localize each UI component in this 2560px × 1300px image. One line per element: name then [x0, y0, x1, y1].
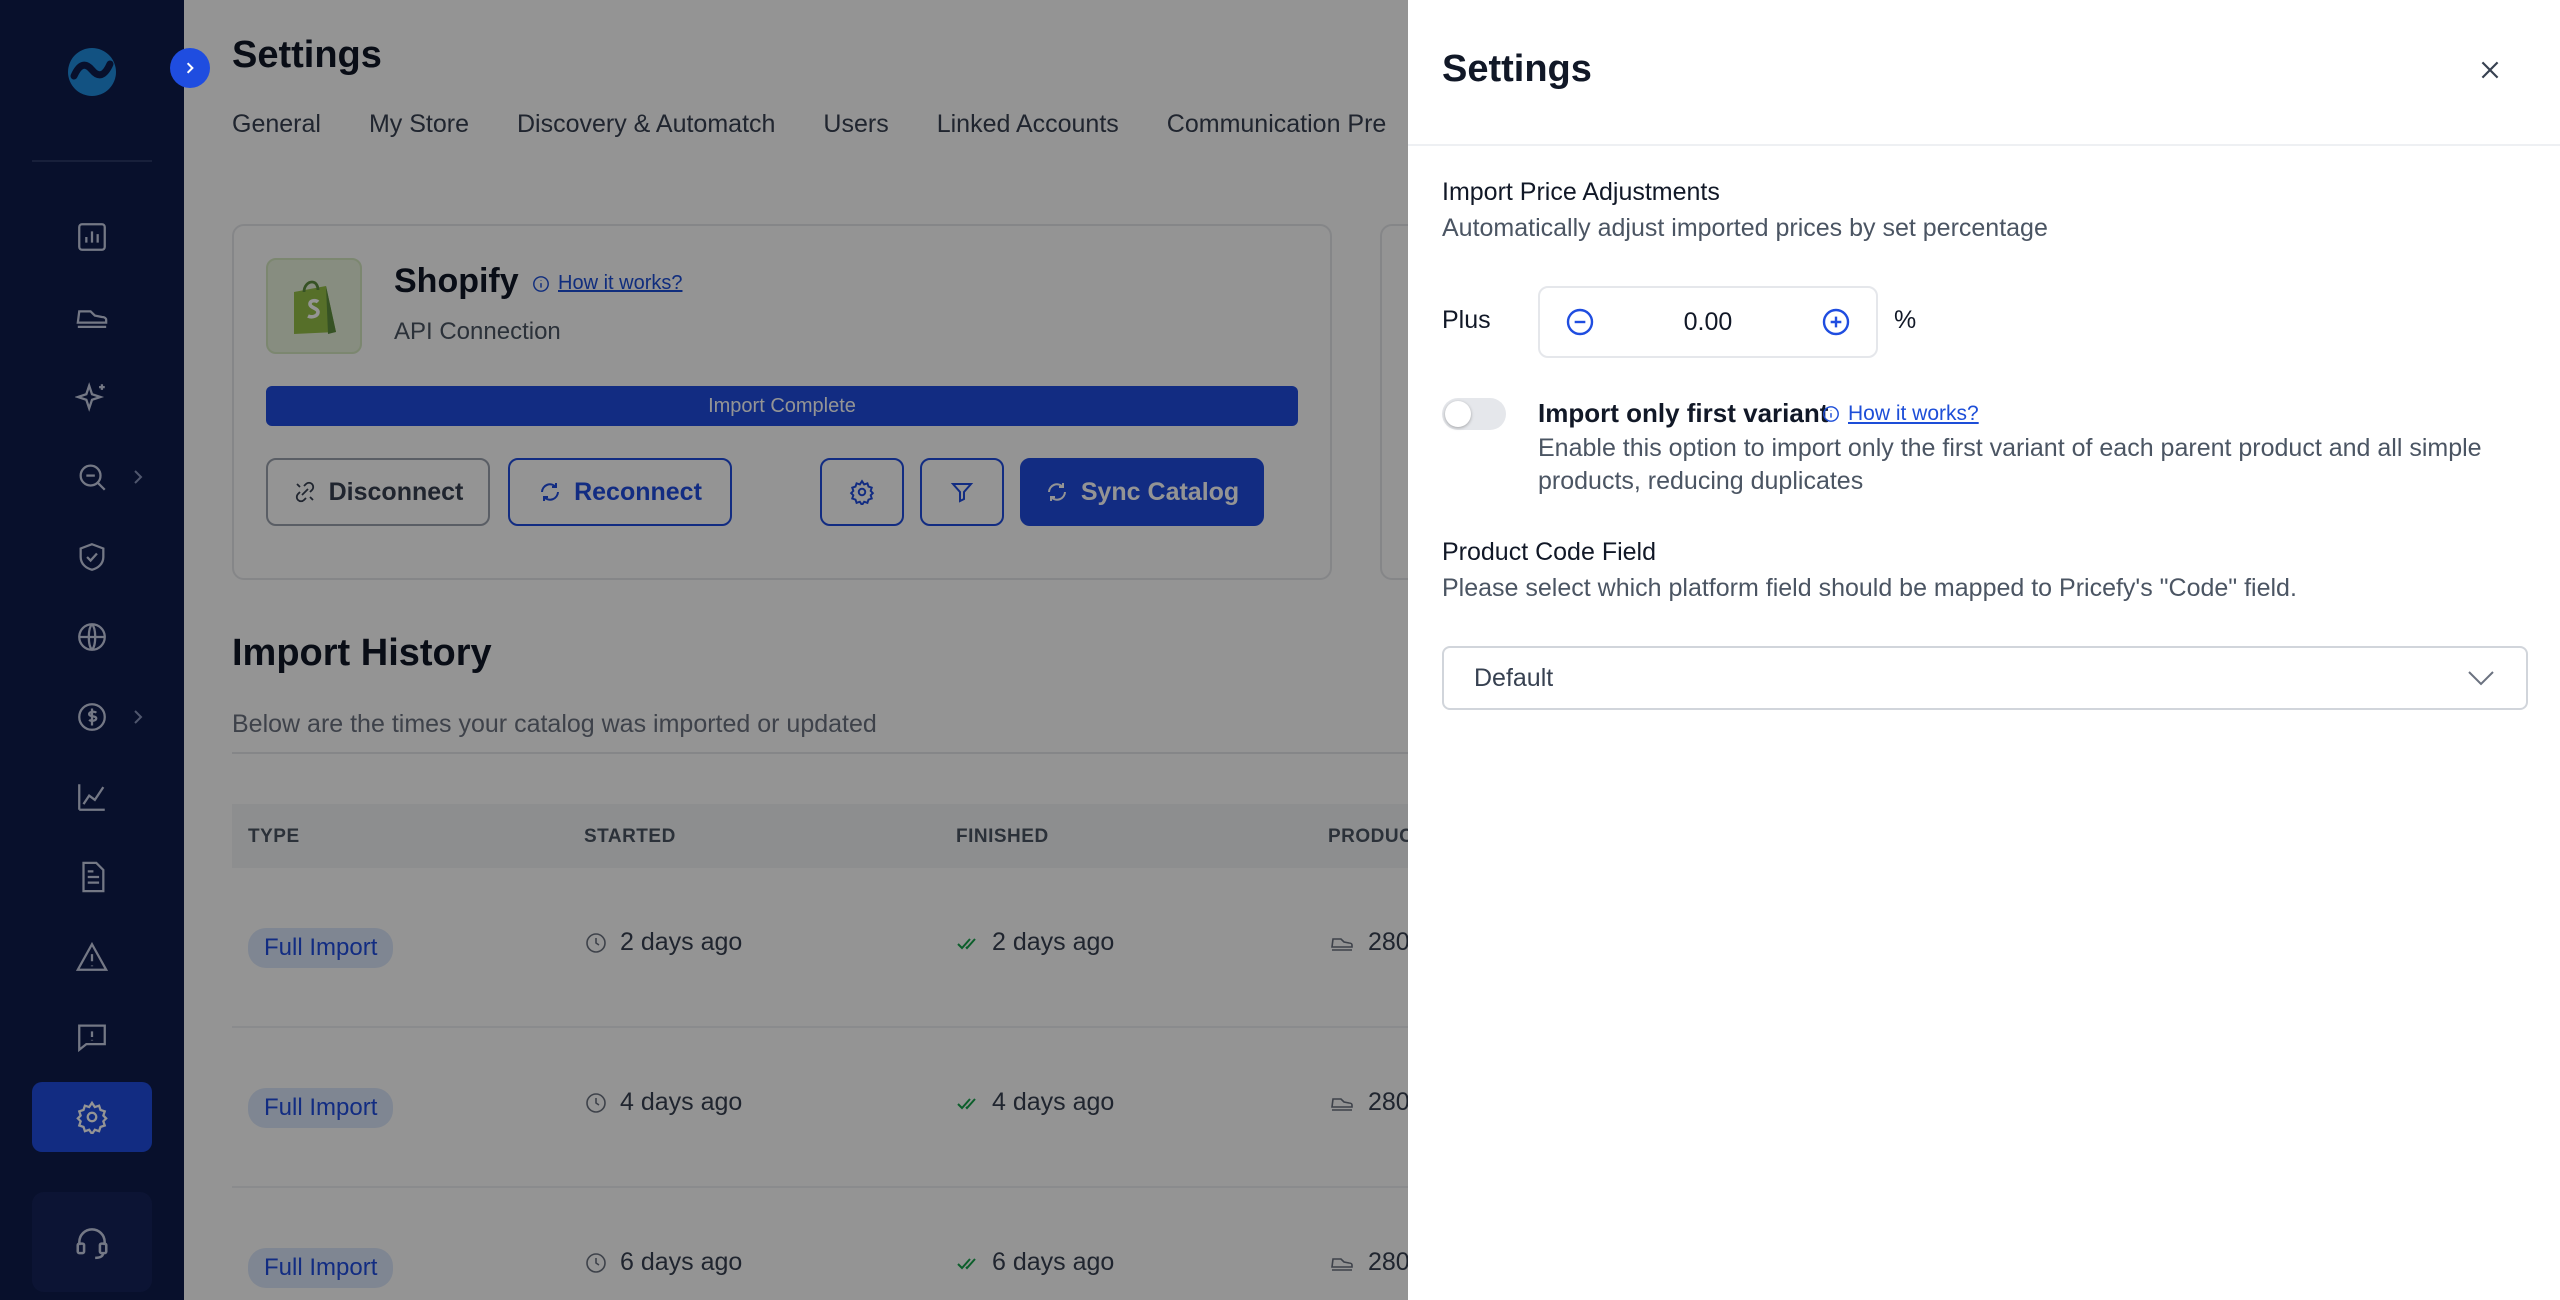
price-adjust-label: Import Price Adjustments	[1442, 178, 1720, 206]
close-icon	[2481, 61, 2499, 79]
divider	[1408, 144, 2560, 146]
percent-symbol: %	[1894, 306, 1917, 334]
toggle-knob	[1445, 401, 1471, 427]
chevron-down-icon	[2468, 671, 2494, 686]
plus-label: Plus	[1442, 306, 1491, 334]
code-field-value: Default	[1474, 663, 1554, 692]
variant-description: Enable this option to import only the fi…	[1538, 434, 2482, 495]
price-adjust-desc: Automatically adjust imported prices by …	[1442, 214, 2048, 242]
percentage-input[interactable]	[1633, 307, 1783, 337]
sidebar-collapse-button[interactable]	[170, 48, 210, 88]
chevron-right-icon	[186, 62, 194, 74]
percentage-stepper	[1538, 286, 1878, 358]
info-icon	[1823, 406, 1839, 422]
code-field-label: Product Code Field	[1442, 538, 1657, 566]
settings-drawer: Settings Import Price Adjustments Automa…	[1408, 0, 2560, 1300]
minus-circle-icon[interactable]	[1564, 306, 1596, 338]
variant-how-it-works-link[interactable]: How it works?	[1822, 402, 1979, 426]
close-button[interactable]	[2472, 52, 2508, 88]
code-field-desc: Please select which platform field shoul…	[1442, 574, 2297, 602]
drawer-title: Settings	[1442, 48, 1592, 90]
plus-circle-icon[interactable]	[1820, 306, 1852, 338]
variant-label: Import only first variant	[1538, 398, 1829, 428]
modal-overlay[interactable]	[0, 0, 1408, 1300]
variant-link-label[interactable]: How it works?	[1848, 402, 1979, 426]
code-field-select[interactable]: Default	[1442, 646, 2528, 710]
first-variant-toggle[interactable]	[1442, 398, 1506, 430]
